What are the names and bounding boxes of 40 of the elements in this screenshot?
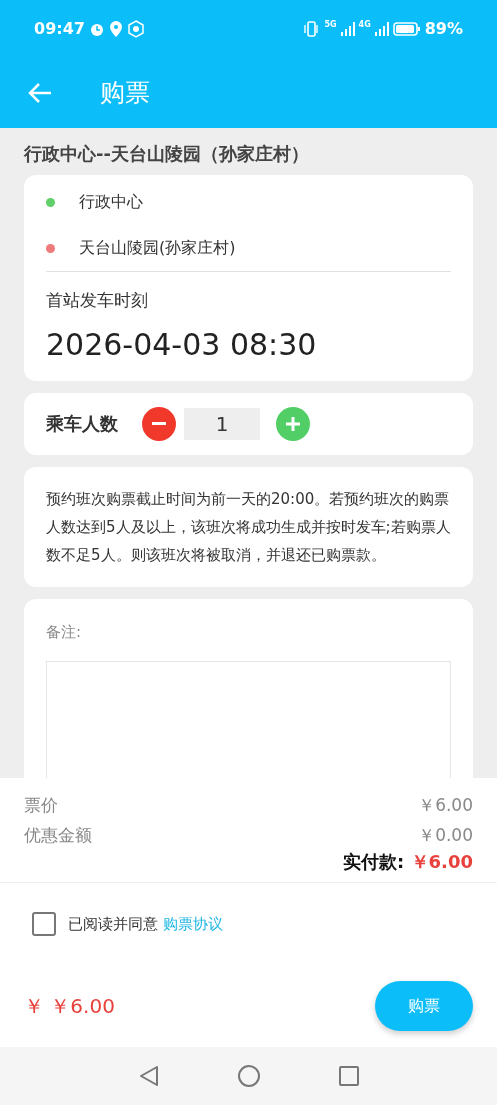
page-title: 购票 xyxy=(100,78,150,108)
route-title: 行政中心--天台山陵园（孙家庄村） xyxy=(24,142,310,166)
remark-label: 备注: xyxy=(46,621,83,643)
total-value: ￥6.00 xyxy=(410,851,473,872)
back-icon[interactable] xyxy=(28,82,52,104)
agree-checkbox[interactable] xyxy=(32,912,56,936)
total-amount: ￥6.00 xyxy=(50,994,115,1018)
network-label: 4G xyxy=(358,19,371,31)
alarm-icon xyxy=(88,21,105,37)
departure-label: 首站发车时刻 xyxy=(46,289,149,312)
passenger-count: 1 xyxy=(184,407,260,440)
battery-icon xyxy=(392,22,421,36)
passenger-label: 乘车人数 xyxy=(46,412,118,436)
agree-text: 已阅读并同意 xyxy=(68,914,158,933)
total-label: 实付款: xyxy=(343,851,405,872)
buy-button[interactable]: 购票 xyxy=(375,981,473,1031)
price-label: 票价 xyxy=(24,794,58,817)
vibrate-icon xyxy=(302,21,321,37)
minus-icon xyxy=(152,421,166,426)
signal-icon xyxy=(374,22,389,36)
stop-name: 行政中心 xyxy=(79,191,143,213)
price-value: ￥0.00 xyxy=(418,824,473,847)
price-label: 优惠金额 xyxy=(24,824,92,847)
plus-icon xyxy=(285,415,301,432)
agreement-link[interactable]: 购票协议 xyxy=(162,914,223,933)
notice-text: 预约班次购票截止时间为前一天的20:00。若预约班次的购票人数达到5人及以上，该班次将成功生成并按时发车;若购票人数不足5人。则该班次将被取消，并退还已购票款。 xyxy=(46,488,451,566)
signal-icon xyxy=(340,22,355,36)
stop-name: 天台山陵园(孙家庄村) xyxy=(79,237,236,259)
price-value: ￥6.00 xyxy=(418,794,473,817)
battery-percent: 89% xyxy=(424,18,463,40)
currency-symbol: ￥ xyxy=(24,994,44,1018)
decrease-button[interactable] xyxy=(142,406,176,441)
hexagon-icon xyxy=(126,20,145,38)
status-time: 09:47 xyxy=(34,18,85,40)
network-label: 5G xyxy=(324,19,337,31)
back-nav-icon[interactable] xyxy=(138,1065,159,1087)
departure-time: 2026-04-03 08:30 xyxy=(46,325,318,364)
home-nav-icon[interactable] xyxy=(236,1064,261,1088)
location-icon xyxy=(108,21,123,37)
recents-nav-icon[interactable] xyxy=(338,1066,359,1086)
